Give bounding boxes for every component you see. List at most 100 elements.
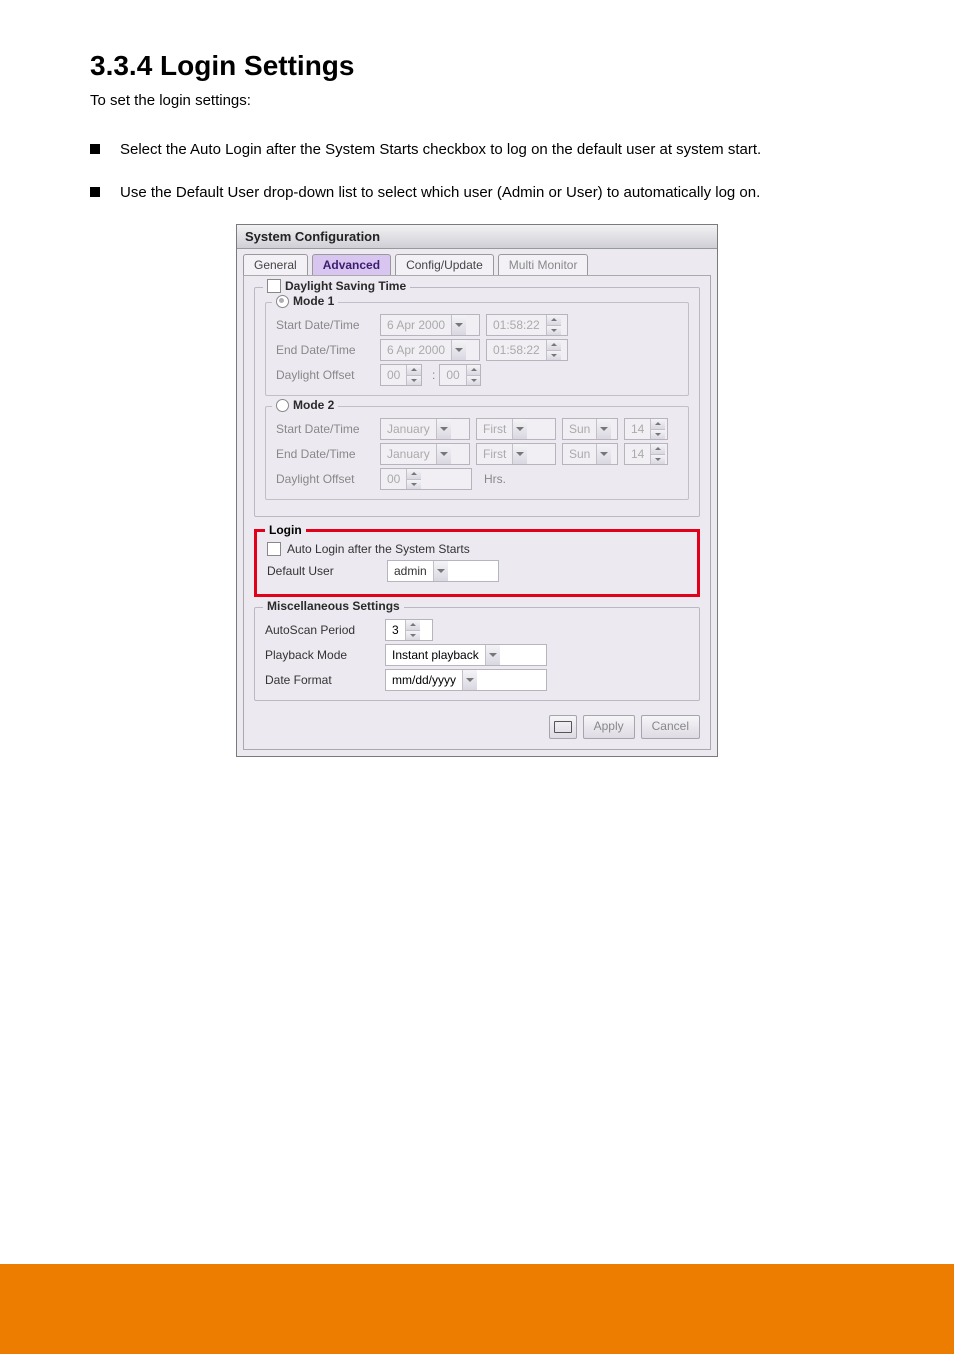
mode1-start-date-value: 6 Apr 2000 xyxy=(381,318,451,332)
dateformat-value: mm/dd/yyyy xyxy=(386,673,462,687)
default-user-value: admin xyxy=(388,564,433,578)
val: January xyxy=(381,447,436,461)
bullet-text: Select the Auto Login after the System S… xyxy=(120,139,761,162)
spinner-icon[interactable] xyxy=(546,315,561,335)
mode1-end-time[interactable]: 01:58:22 xyxy=(486,339,568,361)
auto-login-checkbox[interactable] xyxy=(267,542,281,556)
playback-dropdown[interactable]: Instant playback xyxy=(385,644,547,666)
mode1-end-label: End Date/Time xyxy=(276,343,380,357)
dropdown-icon[interactable] xyxy=(485,645,500,665)
dropdown-icon[interactable] xyxy=(433,561,448,581)
tab-config-update[interactable]: Config/Update xyxy=(395,254,494,275)
val: First xyxy=(477,422,512,436)
val: First xyxy=(477,447,512,461)
mode1-end-date[interactable]: 6 Apr 2000 xyxy=(380,339,480,361)
playback-value: Instant playback xyxy=(386,648,485,662)
hrs-suffix: Hrs. xyxy=(484,472,506,486)
mode2-start-hour[interactable]: 14 xyxy=(624,418,668,440)
dropdown-icon[interactable] xyxy=(462,670,477,690)
val: Sun xyxy=(563,447,596,461)
bullet-text: Use the Default User drop-down list to s… xyxy=(120,182,760,205)
login-group: Login Auto Login after the System Starts… xyxy=(254,529,700,597)
mode1-start-date[interactable]: 6 Apr 2000 xyxy=(380,314,480,336)
val: Sun xyxy=(563,422,596,436)
dropdown-icon[interactable] xyxy=(596,419,611,439)
spinner-icon[interactable] xyxy=(466,365,481,385)
autoscan-label: AutoScan Period xyxy=(265,623,385,637)
mode2-end-hour[interactable]: 14 xyxy=(624,443,668,465)
dst-checkbox[interactable] xyxy=(267,279,281,293)
cancel-button[interactable]: Cancel xyxy=(641,715,700,739)
mode1-end-time-value: 01:58:22 xyxy=(487,343,546,357)
mode1-legend: Mode 1 xyxy=(293,294,334,308)
val: 14 xyxy=(625,447,650,461)
colon: : xyxy=(432,368,435,382)
mode2-start-day[interactable]: Sun xyxy=(562,418,618,440)
mode1-offset-label: Daylight Offset xyxy=(276,368,380,382)
apply-button[interactable]: Apply xyxy=(583,715,635,739)
bullet-icon xyxy=(90,187,100,197)
tab-strip: General Advanced Config/Update Multi Mon… xyxy=(237,249,717,275)
default-user-label: Default User xyxy=(267,564,387,578)
dateformat-dropdown[interactable]: mm/dd/yyyy xyxy=(385,669,547,691)
dialog-title: System Configuration xyxy=(237,225,717,249)
dropdown-icon[interactable] xyxy=(512,419,527,439)
dropdown-icon[interactable] xyxy=(436,419,451,439)
dropdown-icon[interactable] xyxy=(451,340,466,360)
mode2-end-month[interactable]: January xyxy=(380,443,470,465)
spinner-icon[interactable] xyxy=(406,469,421,489)
tab-advanced[interactable]: Advanced xyxy=(312,254,391,275)
dropdown-icon[interactable] xyxy=(596,444,611,464)
spinner-icon[interactable] xyxy=(546,340,561,360)
mode2-end-week[interactable]: First xyxy=(476,443,556,465)
footer-bar xyxy=(0,1264,954,1354)
keyboard-icon xyxy=(554,721,572,733)
misc-legend: Miscellaneous Settings xyxy=(263,599,404,613)
dropdown-icon[interactable] xyxy=(436,444,451,464)
system-configuration-dialog: System Configuration General Advanced Co… xyxy=(236,224,718,757)
autoscan-spinner[interactable]: 3 xyxy=(385,619,433,641)
mode1-offset-h-value: 00 xyxy=(381,368,406,382)
mode2-start-month[interactable]: January xyxy=(380,418,470,440)
mode1-start-time[interactable]: 01:58:22 xyxy=(486,314,568,336)
mode1-offset-m[interactable]: 00 xyxy=(439,364,481,386)
mode2-end-label: End Date/Time xyxy=(276,447,380,461)
mode2-end-day[interactable]: Sun xyxy=(562,443,618,465)
mode1-offset-h[interactable]: 00 xyxy=(380,364,422,386)
mode2-start-label: Start Date/Time xyxy=(276,422,380,436)
section-subtext: To set the login settings: xyxy=(90,92,864,109)
dateformat-label: Date Format xyxy=(265,673,385,687)
autoscan-value: 3 xyxy=(386,623,405,637)
mode2-radio[interactable] xyxy=(276,399,289,412)
tab-multi-monitor[interactable]: Multi Monitor xyxy=(498,254,589,275)
spinner-icon[interactable] xyxy=(650,419,665,439)
mode1-group: Mode 1 Start Date/Time 6 Apr 2000 01:58:… xyxy=(265,302,689,396)
val: 14 xyxy=(625,422,650,436)
mode1-offset-m-value: 00 xyxy=(440,368,465,382)
login-legend: Login xyxy=(265,523,306,537)
tab-general[interactable]: General xyxy=(243,254,308,275)
spinner-icon[interactable] xyxy=(405,620,420,640)
val: 00 xyxy=(381,472,406,486)
mode2-start-week[interactable]: First xyxy=(476,418,556,440)
mode1-start-label: Start Date/Time xyxy=(276,318,380,332)
auto-login-label: Auto Login after the System Starts xyxy=(287,542,470,556)
bullet-icon xyxy=(90,144,100,154)
default-user-dropdown[interactable]: admin xyxy=(387,560,499,582)
val: January xyxy=(381,422,436,436)
dropdown-icon[interactable] xyxy=(451,315,466,335)
bullet-item: Use the Default User drop-down list to s… xyxy=(90,182,864,205)
mode2-group: Mode 2 Start Date/Time January First Sun… xyxy=(265,406,689,500)
misc-group: Miscellaneous Settings AutoScan Period 3… xyxy=(254,607,700,701)
bullet-item: Select the Auto Login after the System S… xyxy=(90,139,864,162)
keyboard-button[interactable] xyxy=(549,715,577,739)
mode2-legend: Mode 2 xyxy=(293,398,334,412)
spinner-icon[interactable] xyxy=(650,444,665,464)
dropdown-icon[interactable] xyxy=(512,444,527,464)
section-heading: 3.3.4 Login Settings xyxy=(90,50,864,82)
mode2-offset[interactable]: 00 xyxy=(380,468,472,490)
mode1-radio[interactable] xyxy=(276,295,289,308)
playback-label: Playback Mode xyxy=(265,648,385,662)
spinner-icon[interactable] xyxy=(406,365,421,385)
dst-legend: Daylight Saving Time xyxy=(285,279,406,293)
